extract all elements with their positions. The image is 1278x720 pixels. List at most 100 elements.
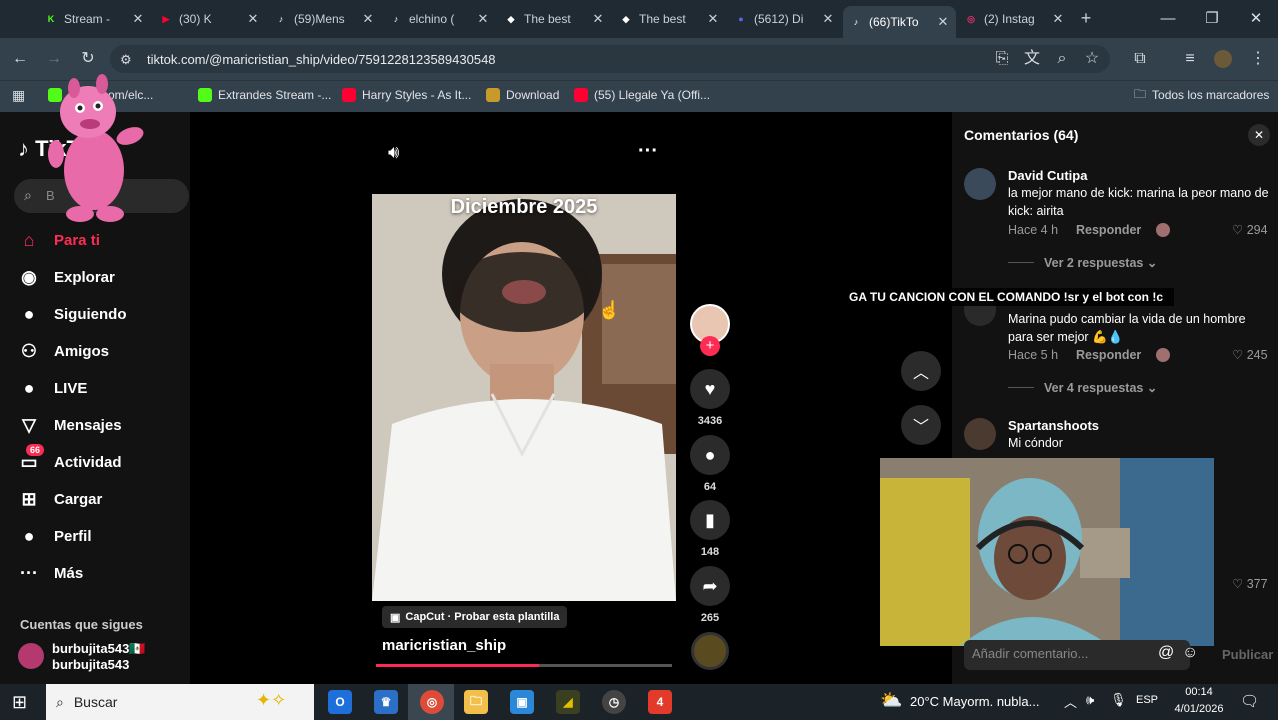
install-app-icon[interactable]: ⎘ xyxy=(992,49,1012,69)
capcut-template-badge[interactable]: ▣ CapCut · Probar esta plantilla xyxy=(382,606,568,628)
sidebar-nav-item[interactable]: ⊞ Cargar xyxy=(18,487,102,511)
reload-icon[interactable]: ↻ xyxy=(78,49,98,69)
video-progress-track[interactable] xyxy=(376,664,672,667)
bookmark-star-icon[interactable]: ☆ xyxy=(1082,49,1102,69)
sidebar-nav-item[interactable]: ⌂ Para ti xyxy=(18,228,100,252)
browser-tab[interactable]: ● (5612) Di ✕ xyxy=(728,6,841,32)
obs-app-icon[interactable]: ◢ xyxy=(556,690,580,714)
apps-grid-icon[interactable]: ▦ xyxy=(12,87,25,104)
windows-start-icon[interactable]: ⊞ xyxy=(12,692,27,713)
emoji-icon[interactable]: ☺ xyxy=(1182,644,1198,662)
sidebar-nav-item[interactable]: ⚇ Amigos xyxy=(18,339,109,363)
tab-close-icon[interactable]: ✕ xyxy=(591,11,605,27)
tab-close-icon[interactable]: ✕ xyxy=(821,11,835,27)
trophy-app-icon[interactable]: ♛ xyxy=(374,690,398,714)
like-button[interactable]: ♥ xyxy=(690,369,730,409)
tab-close-icon[interactable]: ✕ xyxy=(936,14,950,30)
bookmark-item[interactable]: Harry Styles - As It... xyxy=(342,86,471,104)
tab-close-icon[interactable]: ✕ xyxy=(131,11,145,27)
speaker-icon[interactable]: 🕪︎ xyxy=(1086,692,1094,708)
video-player[interactable] xyxy=(372,194,676,601)
add-comment-input[interactable]: Añadir comentario... @ ☺ xyxy=(964,640,1198,670)
sidebar-nav-item[interactable]: ··· Más xyxy=(18,561,83,585)
extensions-icon[interactable]: ⧉ xyxy=(1130,49,1150,69)
comment-avatar[interactable] xyxy=(964,418,996,450)
sidebar-nav-item[interactable]: ▽ Mensajes xyxy=(18,413,121,437)
close-comments-icon[interactable]: ✕ xyxy=(1248,124,1270,146)
minimize-button[interactable]: — xyxy=(1148,8,1188,30)
new-tab-button[interactable]: + xyxy=(1076,8,1096,28)
mic-icon[interactable]: 🎙︎ xyxy=(1110,692,1127,708)
weather-text[interactable]: 20°C Mayorm. nubla... xyxy=(910,694,1039,709)
browser-tab[interactable]: K Stream - ✕ xyxy=(38,6,151,32)
sidebar-nav-item[interactable]: ◉ Explorar xyxy=(18,265,115,289)
browser-tab[interactable]: ♪ (66)TikTo ✕ xyxy=(843,6,956,38)
comment-like[interactable]: ♡ 245 xyxy=(1232,347,1268,362)
comment-reply-button[interactable]: Responder xyxy=(1076,223,1141,237)
browser-tab[interactable]: ▶ (30) K ✕ xyxy=(153,6,266,32)
browser-tab[interactable]: ♪ (59)Mens ✕ xyxy=(268,6,381,32)
tab-close-icon[interactable]: ✕ xyxy=(706,11,720,27)
bookmark-item[interactable]: (55) Llegale Ya (Offi... xyxy=(574,86,710,104)
zoom-icon[interactable]: ⌕ xyxy=(1052,49,1072,69)
clock-app-icon[interactable]: ◷ xyxy=(602,690,626,714)
tray-chevron-icon[interactable]: ︿ xyxy=(1064,692,1077,711)
browser-tab[interactable]: ♪ elchino (✕ xyxy=(383,6,496,32)
save-button[interactable]: ▮ xyxy=(690,500,730,540)
comment-like[interactable]: ♡ 377 xyxy=(1232,576,1268,591)
publish-comment-button[interactable]: Publicar xyxy=(1222,647,1273,662)
outlook-app-icon[interactable]: O xyxy=(328,690,352,714)
store-app-icon[interactable]: ▣ xyxy=(510,690,534,714)
comment-reply-button[interactable]: Responder xyxy=(1076,348,1141,362)
tab-close-icon[interactable]: ✕ xyxy=(1051,11,1065,27)
maximize-button[interactable]: ❐ xyxy=(1192,8,1232,30)
browser-tab[interactable]: ◆ The best ✕ xyxy=(613,6,726,32)
file-explorer-icon[interactable]: 🗀 xyxy=(464,690,488,714)
comment-author[interactable]: David Cutipa xyxy=(1008,168,1087,183)
bookmark-item[interactable]: Extrandes Stream -... xyxy=(198,86,331,104)
browser-tab[interactable]: ◆ The best ✕ xyxy=(498,6,611,32)
follow-plus-icon[interactable]: + xyxy=(700,336,720,356)
comment-author[interactable]: Spartanshoots xyxy=(1008,418,1099,433)
next-video-button[interactable]: ﹀ xyxy=(901,405,941,445)
sidebar-nav-item[interactable]: ● Perfil xyxy=(18,524,92,548)
weather-icon[interactable]: ⛅ xyxy=(880,690,902,711)
site-info-icon[interactable]: ⚙ xyxy=(120,52,132,68)
sidebar-nav-item[interactable]: ● Siguiendo xyxy=(18,302,127,326)
browser-tab[interactable]: ◎ (2) Instag ✕ xyxy=(958,6,1071,32)
mention-icon[interactable]: @ xyxy=(1158,644,1174,662)
sidebar-nav-item[interactable]: ▭ Actividad 66 xyxy=(18,444,122,474)
share-button[interactable]: ➦ xyxy=(690,566,730,606)
volume-icon[interactable]: 🔊︎ xyxy=(388,142,399,163)
more-options-icon[interactable]: ··· xyxy=(638,140,658,163)
view-replies-button[interactable]: Ver 4 respuestas ⌄ xyxy=(1044,380,1157,395)
translate-icon[interactable]: 文 xyxy=(1022,49,1042,69)
following-avatar[interactable] xyxy=(18,643,44,669)
clock-time[interactable]: 00:14 xyxy=(1170,686,1228,698)
all-bookmarks-folder[interactable]: 🗀 Todos los marcadores xyxy=(1134,86,1269,104)
notifications-icon[interactable]: 🗨︎ xyxy=(1240,692,1259,710)
chrome-menu-icon[interactable]: ⋮ xyxy=(1248,49,1268,69)
close-window-button[interactable]: ✕ xyxy=(1236,8,1276,30)
comment-avatar[interactable] xyxy=(964,168,996,200)
taskbar-search[interactable]: ⌕ Buscar ✦✧ xyxy=(46,684,314,720)
bookmark-item[interactable]: Download xyxy=(486,86,559,104)
language-indicator[interactable]: ESP xyxy=(1136,694,1158,706)
comment-button[interactable]: ● xyxy=(690,435,730,475)
sidebar-nav-item[interactable]: ● LIVE xyxy=(18,376,88,400)
profile-avatar-icon[interactable] xyxy=(1214,50,1232,68)
tab-close-icon[interactable]: ✕ xyxy=(476,11,490,27)
view-replies-button[interactable]: Ver 2 respuestas ⌄ xyxy=(1044,255,1157,270)
comment-like[interactable]: ♡ 294 xyxy=(1232,222,1268,237)
chrome-app-icon[interactable]: ◎ xyxy=(420,690,444,714)
tab-close-icon[interactable]: ✕ xyxy=(246,11,260,27)
media-control-icon[interactable]: ≡ xyxy=(1180,49,1200,69)
back-icon[interactable]: ← xyxy=(10,49,30,69)
previous-video-button[interactable]: ︿ xyxy=(901,351,941,391)
video-author[interactable]: maricristian_ship xyxy=(382,637,506,654)
forward-icon[interactable]: → xyxy=(44,49,64,69)
tab-close-icon[interactable]: ✕ xyxy=(361,11,375,27)
following-name[interactable]: burbujita543🇲🇽 xyxy=(52,641,145,657)
clock-date[interactable]: 4/01/2026 xyxy=(1166,703,1232,715)
app-4-icon[interactable]: 4 xyxy=(648,690,672,714)
